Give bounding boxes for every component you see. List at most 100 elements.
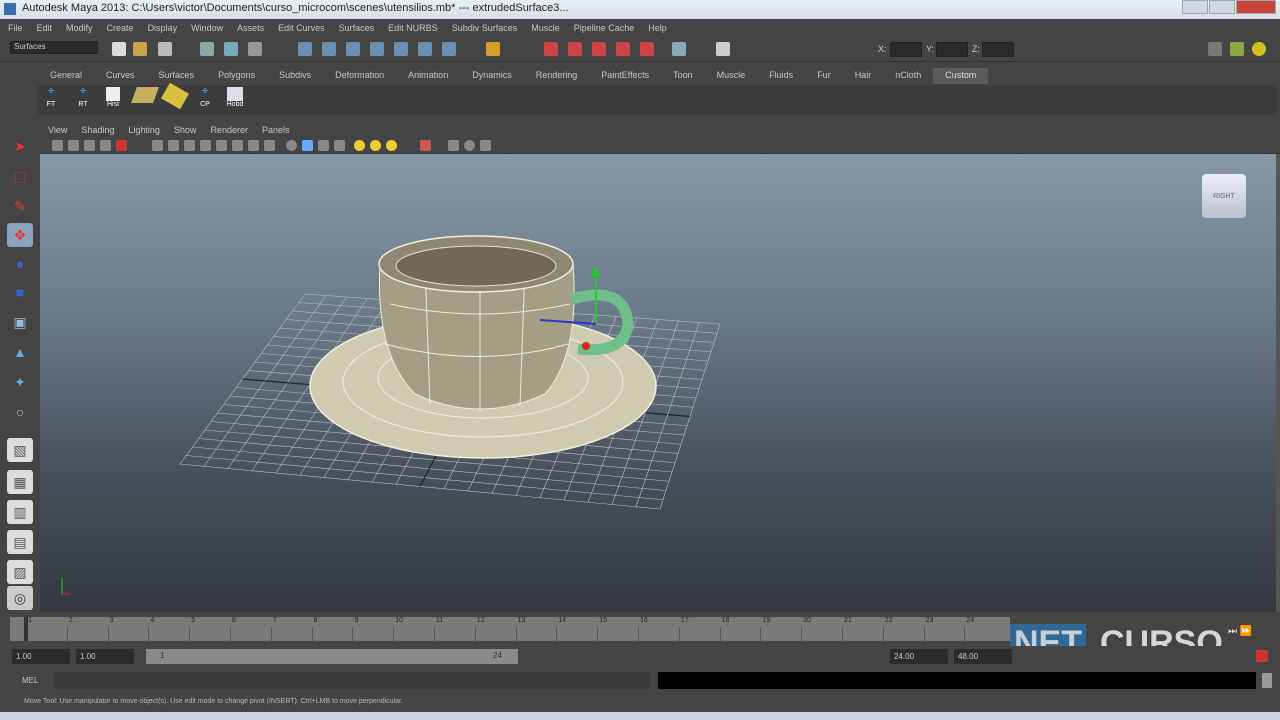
- snap-curve-icon[interactable]: [322, 42, 336, 56]
- tab-fur[interactable]: Fur: [805, 68, 843, 84]
- tab-curves[interactable]: Curves: [94, 68, 147, 84]
- end-range-field[interactable]: 24.00: [890, 649, 948, 664]
- menu-surfaces[interactable]: Surfaces: [339, 23, 375, 35]
- film-gate-icon[interactable]: [168, 140, 179, 151]
- history-icon[interactable]: [418, 42, 432, 56]
- tab-painteffects[interactable]: PaintEffects: [589, 68, 661, 84]
- tab-subdivs[interactable]: Subdivs: [267, 68, 323, 84]
- input-box-icon[interactable]: [672, 42, 686, 56]
- x-field[interactable]: [890, 42, 922, 57]
- rotate-tool-icon[interactable]: ●: [7, 252, 33, 276]
- menu-subdiv-surfaces[interactable]: Subdiv Surfaces: [452, 23, 518, 35]
- select-component-icon[interactable]: [248, 42, 262, 56]
- minimize-button[interactable]: [1182, 0, 1208, 14]
- select-object-icon[interactable]: [224, 42, 238, 56]
- script-editor-button[interactable]: [1262, 673, 1272, 688]
- tab-surfaces[interactable]: Surfaces: [147, 68, 207, 84]
- menu-edit-curves[interactable]: Edit Curves: [278, 23, 325, 35]
- shelf-freeze-transforms[interactable]: ✣ FT: [40, 87, 62, 113]
- use-all-lights-icon[interactable]: [354, 140, 365, 151]
- panel-menu-shading[interactable]: Shading: [81, 125, 114, 137]
- camera-icon[interactable]: [716, 42, 730, 56]
- select-tool-icon[interactable]: ➤: [7, 134, 33, 158]
- select-hierarchy-icon[interactable]: [200, 42, 214, 56]
- grid-toggle-icon[interactable]: [152, 140, 163, 151]
- tab-general[interactable]: General: [38, 68, 94, 84]
- isolate-select-icon[interactable]: [420, 140, 431, 151]
- start-time-field[interactable]: 1.00: [12, 649, 70, 664]
- close-button[interactable]: [1236, 0, 1276, 14]
- layout-four-icon[interactable]: ▦: [7, 470, 33, 494]
- render-icon[interactable]: [544, 42, 558, 56]
- wireframe-icon[interactable]: [264, 140, 275, 151]
- panel-menu-view[interactable]: View: [48, 125, 67, 137]
- field-chart-icon[interactable]: [216, 140, 227, 151]
- layout-hypershade-icon[interactable]: ▨: [7, 560, 33, 584]
- manipulator-tool-icon[interactable]: ▣: [7, 310, 33, 334]
- layout-single-icon[interactable]: ▧: [7, 438, 33, 462]
- textured-icon[interactable]: [318, 140, 329, 151]
- tab-fluids[interactable]: Fluids: [757, 68, 805, 84]
- tab-ncloth[interactable]: nCloth: [883, 68, 933, 84]
- xray-icon[interactable]: [448, 140, 459, 151]
- ipr-render-icon[interactable]: [568, 42, 582, 56]
- new-scene-icon[interactable]: [112, 42, 126, 56]
- shelf-hobd[interactable]: Hobd: [224, 87, 246, 113]
- save-scene-icon[interactable]: [158, 42, 172, 56]
- render-view-icon[interactable]: [640, 42, 654, 56]
- select-camera-icon[interactable]: [52, 140, 63, 151]
- wireframe-on-shaded-icon[interactable]: [302, 140, 313, 151]
- menu-create[interactable]: Create: [107, 23, 134, 35]
- panel-menu-panels[interactable]: Panels: [262, 125, 290, 137]
- lock-icon[interactable]: [486, 42, 500, 56]
- menu-help[interactable]: Help: [648, 23, 667, 35]
- menu-modify[interactable]: Modify: [66, 23, 93, 35]
- paint-select-tool-icon[interactable]: ✎: [7, 194, 33, 218]
- command-input[interactable]: [54, 672, 650, 689]
- tool-settings-icon[interactable]: [1230, 42, 1244, 56]
- menu-edit[interactable]: Edit: [37, 23, 53, 35]
- range-slider[interactable]: 1 24: [146, 649, 518, 664]
- tab-polygons[interactable]: Polygons: [206, 68, 267, 84]
- menu-display[interactable]: Display: [148, 23, 178, 35]
- layout-persp-graph-icon[interactable]: ▤: [7, 530, 33, 554]
- menu-muscle[interactable]: Muscle: [531, 23, 560, 35]
- xray-joints-icon[interactable]: [464, 140, 475, 151]
- shelf-tool-a[interactable]: [131, 87, 159, 113]
- end-time-field[interactable]: 48.00: [954, 649, 1012, 664]
- tab-animation[interactable]: Animation: [396, 68, 460, 84]
- checker-icon[interactable]: [334, 140, 345, 151]
- channel-box-icon[interactable]: [1252, 42, 1266, 56]
- menu-assets[interactable]: Assets: [237, 23, 264, 35]
- make-live-icon[interactable]: [394, 42, 408, 56]
- z-field[interactable]: [982, 42, 1014, 57]
- shadows-icon[interactable]: [370, 140, 381, 151]
- last-tool-icon[interactable]: ✦: [7, 370, 33, 394]
- playback-controls[interactable]: ⏭ ⏩: [1228, 626, 1252, 637]
- menu-window[interactable]: Window: [191, 23, 223, 35]
- tab-deformation[interactable]: Deformation: [323, 68, 396, 84]
- shelf-reset-transforms[interactable]: ✣ RT: [72, 87, 94, 113]
- command-language-label[interactable]: MEL: [22, 676, 38, 685]
- menu-edit-nurbs[interactable]: Edit NURBS: [388, 23, 438, 35]
- perspective-viewport[interactable]: RIGHT: [40, 154, 1276, 612]
- shelf-center-pivot[interactable]: ✣ CP: [194, 87, 216, 113]
- current-time-marker[interactable]: [24, 617, 28, 641]
- panel-menu-lighting[interactable]: Lighting: [128, 125, 160, 137]
- open-scene-icon[interactable]: [133, 42, 147, 56]
- panel-menu-show[interactable]: Show: [174, 125, 197, 137]
- panel-menu-renderer[interactable]: Renderer: [210, 125, 248, 137]
- shelf-tool-b[interactable]: [160, 82, 190, 113]
- view-cube[interactable]: RIGHT: [1202, 174, 1246, 218]
- y-field[interactable]: [936, 42, 968, 57]
- menu-file[interactable]: File: [8, 23, 23, 35]
- attribute-editor-icon[interactable]: [1208, 42, 1222, 56]
- menu-set-dropdown[interactable]: Surfaces: [10, 41, 98, 54]
- tab-custom[interactable]: Custom: [933, 68, 989, 84]
- menu-pipeline-cache[interactable]: Pipeline Cache: [574, 23, 635, 35]
- grease-pencil-icon[interactable]: [116, 140, 127, 151]
- safe-action-icon[interactable]: [232, 140, 243, 151]
- snap-view-plane-icon[interactable]: [370, 42, 384, 56]
- time-slider[interactable]: 1 2 3 4 5 6 7 8 9 10 11 12 13 14 15 16 17 18 19 20 21 22 23 24: [10, 617, 1010, 641]
- xray-components-icon[interactable]: [480, 140, 491, 151]
